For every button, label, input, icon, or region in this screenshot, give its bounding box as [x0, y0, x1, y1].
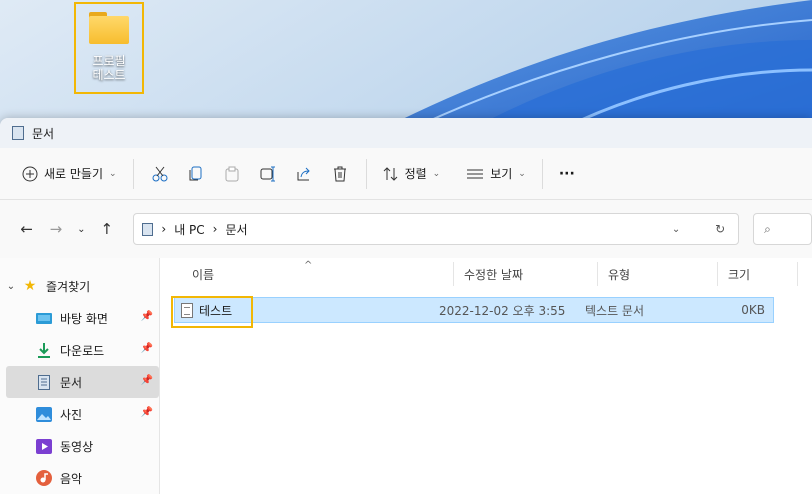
sort-ascending-icon: ^ — [304, 260, 313, 271]
search-icon: ⌕ — [764, 221, 771, 236]
share-button[interactable] — [286, 158, 322, 190]
file-list: ^ 이름 수정한 날짜 유형 크기 테스트 2022-12-02 오후 3:55… — [160, 258, 812, 494]
sidebar-item-desktop[interactable]: 바탕 화면 📌 — [0, 302, 159, 334]
videos-icon — [36, 438, 52, 454]
delete-icon — [333, 166, 346, 181]
sidebar-item-downloads[interactable]: 다운로드 📌 — [0, 334, 159, 366]
toolbar-divider — [132, 158, 134, 189]
window-title: 문서 — [32, 126, 55, 141]
cut-button[interactable] — [142, 158, 178, 190]
file-explorer-window: 문서 새로 만들기 ⌄ 정렬 ⌄ 보기 ⌄ ··· ← → ⌄ ↑ › 내 PC… — [0, 118, 812, 494]
star-icon: ★ — [23, 278, 37, 294]
toolbar-divider — [365, 158, 367, 189]
forward-button[interactable]: → — [41, 214, 70, 244]
view-list-icon — [467, 169, 484, 178]
sidebar-item-documents[interactable]: 문서 📌 — [6, 366, 159, 398]
file-date-cell: 2022-12-02 오후 3:55 — [439, 303, 566, 318]
desktop-folder-icon[interactable]: 프로필 테스트 — [74, 2, 144, 94]
pin-icon[interactable]: 📌 — [141, 407, 153, 418]
music-icon — [36, 470, 52, 486]
arrow-right-icon: → — [49, 220, 63, 238]
back-button[interactable]: ← — [12, 214, 41, 244]
file-size-cell: 0KB — [741, 303, 765, 317]
breadcrumb-this-pc[interactable]: 내 PC — [174, 221, 204, 238]
text-file-icon — [181, 302, 193, 318]
breadcrumb-separator: › — [212, 222, 218, 236]
sort-icon — [383, 166, 397, 181]
more-options-button[interactable]: ··· — [551, 158, 583, 190]
documents-icon — [142, 222, 154, 236]
paste-icon — [225, 166, 239, 181]
column-headers: 이름 수정한 날짜 유형 크기 — [160, 262, 812, 292]
sidebar-item-videos[interactable]: 동영상 — [0, 430, 159, 462]
plus-circle-icon — [22, 166, 38, 181]
recent-locations-button[interactable]: ⌄ — [71, 214, 92, 244]
search-box[interactable]: ⌕ — [753, 213, 812, 245]
address-history-dropdown[interactable]: ⌄ — [658, 224, 694, 235]
sidebar-item-favorites[interactable]: ⌄ ★ 즐겨찾기 — [0, 270, 159, 302]
pin-icon[interactable]: 📌 — [141, 343, 153, 354]
copy-icon — [189, 166, 202, 180]
column-header-size[interactable]: 크기 — [718, 262, 798, 286]
chevron-down-icon: ⌄ — [518, 168, 526, 179]
new-button[interactable]: 새로 만들기 ⌄ — [14, 158, 125, 190]
chevron-down-icon: ⌄ — [432, 168, 441, 179]
breadcrumb-documents[interactable]: 문서 — [225, 221, 247, 238]
chevron-down-icon[interactable]: ⌄ — [0, 281, 22, 292]
chevron-down-icon: ⌄ — [77, 223, 86, 235]
column-header-name[interactable]: 이름 — [180, 262, 454, 286]
column-header-type[interactable]: 유형 — [598, 262, 718, 286]
documents-icon — [12, 126, 24, 140]
pin-icon[interactable]: 📌 — [141, 311, 153, 322]
title-bar: 문서 — [0, 118, 812, 148]
column-header-date-modified[interactable]: 수정한 날짜 — [454, 262, 598, 286]
file-row[interactable]: 테스트 2022-12-02 오후 3:55 텍스트 문서 0KB — [171, 295, 774, 328]
arrow-up-icon: ↑ — [100, 220, 114, 238]
rename-icon — [260, 166, 275, 181]
file-type-cell: 텍스트 문서 — [585, 303, 645, 318]
address-bar[interactable]: › 내 PC › 문서 ⌄ ↻ — [133, 213, 740, 245]
view-button[interactable]: 보기 ⌄ — [458, 158, 534, 190]
sort-button[interactable]: 정렬 ⌄ — [375, 158, 449, 190]
desktop-icon — [36, 310, 52, 326]
refresh-button[interactable]: ↻ — [702, 222, 738, 236]
documents-icon — [36, 374, 52, 390]
navigation-bar: ← → ⌄ ↑ › 내 PC › 문서 ⌄ ↻ ⌕ — [0, 200, 812, 258]
pictures-icon — [36, 406, 52, 422]
pin-icon[interactable]: 📌 — [141, 375, 153, 386]
delete-button[interactable] — [322, 158, 358, 190]
chevron-down-icon: ⌄ — [671, 223, 681, 235]
chevron-down-icon: ⌄ — [109, 168, 117, 179]
share-icon — [297, 167, 310, 180]
command-bar: 새로 만들기 ⌄ 정렬 ⌄ 보기 ⌄ ··· — [0, 148, 812, 200]
cut-icon — [152, 166, 168, 181]
rename-button[interactable] — [250, 158, 286, 190]
folder-icon — [87, 12, 131, 46]
paste-button[interactable] — [214, 158, 250, 190]
sidebar-item-music[interactable]: 음악 — [0, 462, 159, 494]
copy-button[interactable] — [178, 158, 214, 190]
download-icon — [36, 342, 52, 358]
desktop-folder-label: 프로필 테스트 — [92, 54, 126, 82]
toolbar-divider — [541, 158, 543, 189]
arrow-left-icon: ← — [20, 220, 33, 238]
content-area: ⌄ ★ 즐겨찾기 바탕 화면 📌 다운로드 📌 문서 📌 사진 📌 동영상 음악… — [0, 258, 812, 494]
file-name-cell: 테스트 — [171, 295, 435, 328]
sidebar-item-pictures[interactable]: 사진 📌 — [0, 398, 159, 430]
breadcrumb-separator: › — [161, 222, 167, 236]
refresh-icon: ↻ — [715, 222, 726, 236]
up-button[interactable]: ↑ — [92, 214, 121, 244]
navigation-pane: ⌄ ★ 즐겨찾기 바탕 화면 📌 다운로드 📌 문서 📌 사진 📌 동영상 음악 — [0, 258, 160, 494]
